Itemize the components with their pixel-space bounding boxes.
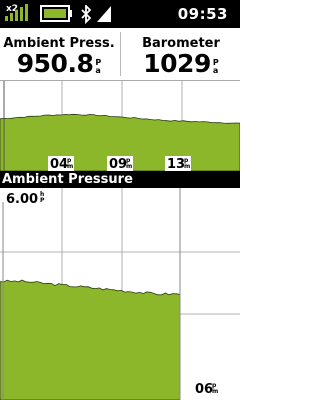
- x-tick-label: 09pm: [107, 156, 133, 171]
- section-title: Ambient Pressure: [2, 172, 133, 187]
- scale-label: 6.00 hP: [5, 189, 45, 207]
- svg-text:m: m: [126, 163, 132, 170]
- svg-text:6.00: 6.00: [6, 192, 38, 207]
- svg-text:m: m: [67, 163, 73, 170]
- cellular-signal-icon: [97, 6, 111, 22]
- status-bar: x2 09:53: [0, 0, 240, 28]
- x-tick-label: 06pm: [193, 381, 219, 397]
- barometer-field[interactable]: Barometer 1029 Pa: [122, 28, 240, 80]
- ambient-pressure-field[interactable]: Ambient Press. 950.8 Pa: [0, 28, 118, 80]
- pressure-detail-chart[interactable]: 06pm 6.00 hP: [0, 188, 240, 400]
- field-divider: [120, 32, 121, 76]
- pressure-overview-chart[interactable]: 04pm 09pm 13pm: [0, 81, 240, 171]
- svg-text:m: m: [184, 163, 190, 170]
- battery-icon: [40, 5, 72, 22]
- field-value: 1029: [143, 49, 211, 78]
- x-tick-label: 13pm: [165, 156, 191, 171]
- section-title-bar: Ambient Pressure: [0, 171, 240, 188]
- bluetooth-icon: [81, 5, 92, 25]
- svg-text:P: P: [40, 197, 45, 204]
- svg-text:04: 04: [50, 157, 68, 171]
- satellite-signal-icon: x2: [5, 4, 28, 21]
- x-tick-label: 04pm: [48, 156, 74, 171]
- data-fields: Ambient Press. 950.8 Pa Barometer 1029 Pa: [0, 28, 240, 81]
- field-unit: Pa: [212, 58, 219, 75]
- svg-text:13: 13: [167, 157, 185, 171]
- svg-text:09: 09: [109, 157, 127, 171]
- field-unit: Pa: [95, 58, 102, 75]
- svg-text:06: 06: [195, 382, 213, 397]
- svg-text:m: m: [212, 388, 218, 395]
- pressure-area: [0, 279, 181, 400]
- clock-time: 09:53: [177, 5, 228, 23]
- field-value: 950.8: [16, 49, 94, 78]
